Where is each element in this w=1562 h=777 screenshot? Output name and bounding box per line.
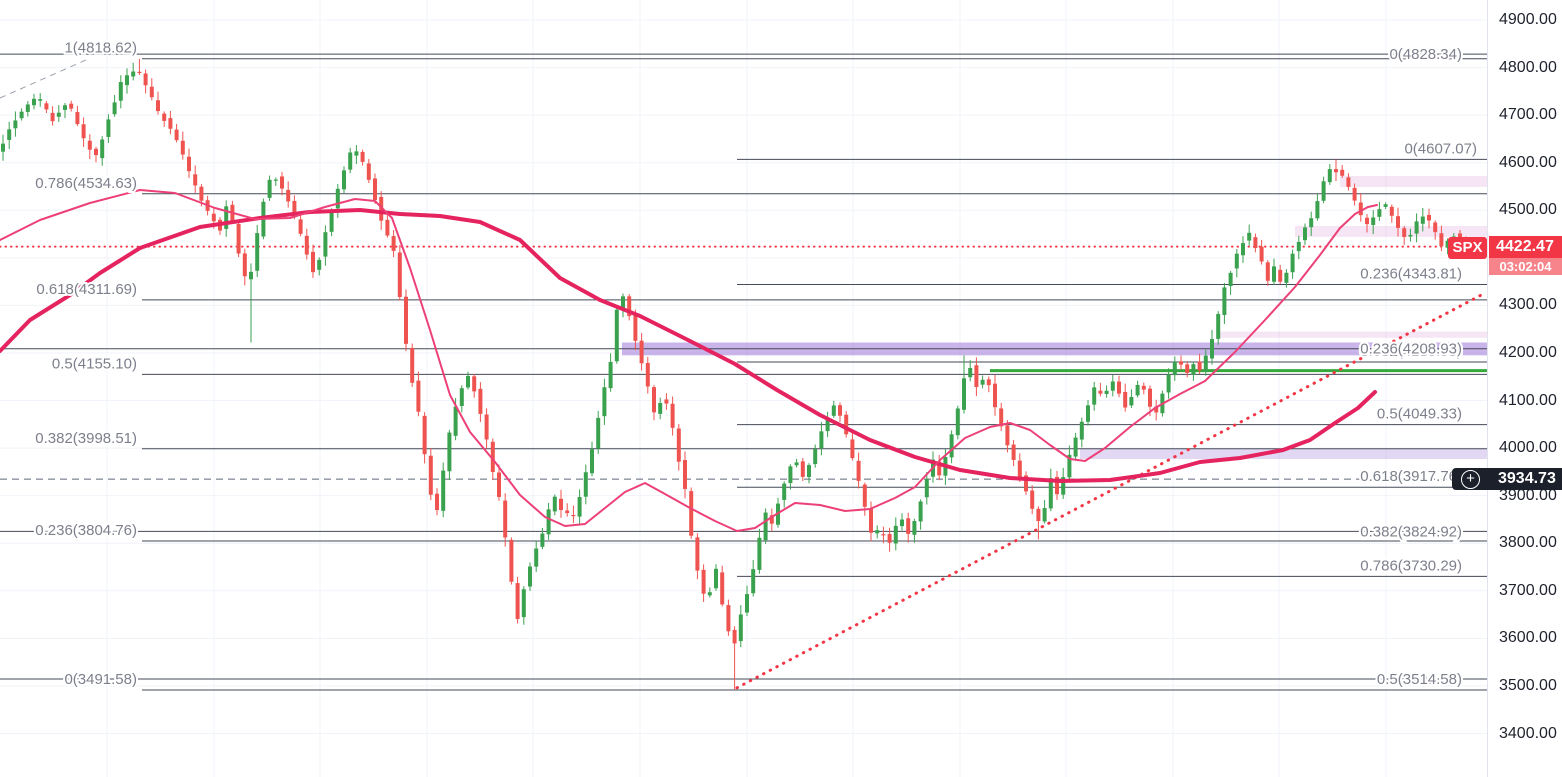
fib-label: 0.382(3998.51) bbox=[35, 430, 137, 447]
dashed-gray-topleft bbox=[0, 59, 87, 99]
fib-label: 0.618(3917.76) bbox=[1360, 468, 1462, 485]
price-tick: 4700.00 bbox=[1499, 106, 1557, 124]
fib-right-2023-range[interactable] bbox=[737, 158, 1487, 691]
price-chart[interactable]: 1(4818.62) 0.786(4534.63) 0.618(4311.69) 0.… bbox=[0, 0, 1562, 777]
supply-zone-4560 bbox=[1340, 176, 1487, 187]
fib-macro-range[interactable] bbox=[0, 53, 1487, 680]
grid-lines bbox=[0, 0, 1487, 777]
alert-price-badge: 3934.73 bbox=[1489, 468, 1562, 491]
trading-chart-window: 1(4818.62) 0.786(4534.63) 0.618(4311.69) 0.… bbox=[0, 0, 1562, 777]
fib-label: 0(4607.07) bbox=[1404, 140, 1477, 157]
price-tick: 4100.00 bbox=[1499, 391, 1557, 409]
last-price-badge: 4422.47 bbox=[1489, 236, 1562, 259]
price-axis[interactable]: 4900.004800.004700.004600.004500.004400.… bbox=[1487, 0, 1562, 777]
price-tick: 3400.00 bbox=[1499, 724, 1557, 742]
price-tick: 4000.00 bbox=[1499, 439, 1557, 457]
price-tick: 4500.00 bbox=[1499, 201, 1557, 219]
price-tick: 3700.00 bbox=[1499, 581, 1557, 599]
price-tick: 4200.00 bbox=[1499, 343, 1557, 361]
price-tick: 4900.00 bbox=[1499, 11, 1557, 28]
fib-left-2022-range[interactable] bbox=[142, 58, 1487, 691]
zone-4245 bbox=[1218, 331, 1487, 338]
price-tick: 4800.00 bbox=[1499, 58, 1557, 76]
fib-label: 0.5(3514.58) bbox=[1377, 671, 1462, 688]
price-tick: 3800.00 bbox=[1499, 534, 1557, 552]
fib-label: 0.236(4208.93) bbox=[1360, 341, 1462, 358]
bar-countdown-badge: 03:02:04 bbox=[1489, 258, 1562, 276]
fib-label: 0.236(4343.81) bbox=[1360, 266, 1462, 283]
fib-right-2023-range-labels: 0(4607.07)0.236(4343.81)0.382(4180.95)0.… bbox=[1358, 138, 1479, 690]
horizontal-lines[interactable] bbox=[0, 245, 1487, 480]
fib-label: 0.786(4534.63) bbox=[35, 175, 137, 192]
plus-in-circle-icon: + bbox=[1461, 470, 1480, 490]
fib-label: 0.5(4049.33) bbox=[1377, 406, 1462, 423]
fib-label: 0.382(3824.92) bbox=[1360, 523, 1462, 540]
fib-label: 0(3491.58) bbox=[64, 671, 137, 688]
fib-label: 0(4828.34) bbox=[1389, 46, 1462, 63]
price-tick: 3500.00 bbox=[1499, 676, 1557, 694]
price-tick: 4300.00 bbox=[1499, 296, 1557, 314]
ma-fast-thin[interactable] bbox=[0, 189, 1378, 532]
fib-label: 0.618(4311.69) bbox=[36, 281, 137, 298]
symbol-label-chip[interactable]: SPX bbox=[1448, 237, 1487, 259]
fib-label: 0.236(3804.76) bbox=[35, 522, 137, 539]
fib-label: 1(4818.62) bbox=[64, 40, 137, 57]
price-tick: 3600.00 bbox=[1499, 629, 1557, 647]
price-tick: 4600.00 bbox=[1499, 153, 1557, 171]
add-alert-button[interactable]: + bbox=[1452, 468, 1489, 491]
price-zones[interactable] bbox=[622, 176, 1487, 460]
fib-label: 0.5(4155.10) bbox=[52, 355, 137, 372]
fib-label: 0.786(3730.29) bbox=[1360, 557, 1462, 574]
